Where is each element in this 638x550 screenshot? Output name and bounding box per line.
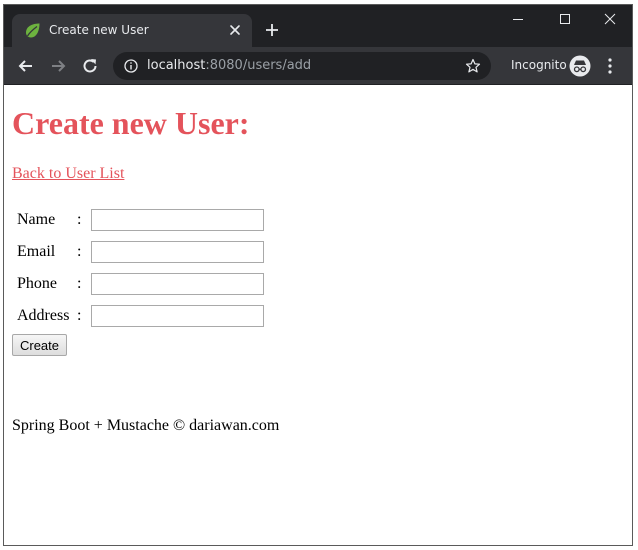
arrow-right-icon[interactable]: [49, 57, 67, 75]
form-row-address: Address :: [17, 305, 277, 329]
address-label: Address: [17, 307, 70, 324]
window-close-icon[interactable]: [602, 11, 618, 27]
minimize-icon[interactable]: [510, 11, 526, 27]
form-row-email: Email :: [17, 241, 277, 265]
name-colon: :: [77, 211, 82, 228]
address-bar[interactable]: localhost:8080/users/add: [113, 52, 491, 80]
form-row-name: Name :: [17, 209, 277, 233]
email-colon: :: [77, 243, 82, 260]
kebab-menu-icon[interactable]: [607, 58, 613, 74]
browser-window: Create new User localhost:8080/users/add…: [3, 4, 633, 546]
page-title: Create new User:: [12, 105, 250, 141]
info-icon[interactable]: [124, 59, 138, 73]
phone-colon: :: [77, 275, 82, 292]
email-label: Email: [17, 243, 56, 260]
phone-label: Phone: [17, 275, 57, 292]
maximize-icon[interactable]: [557, 11, 573, 27]
url-text[interactable]: localhost:8080/users/add: [147, 58, 311, 73]
plus-icon[interactable]: [264, 22, 280, 38]
star-icon[interactable]: [465, 58, 481, 74]
incognito-icon[interactable]: [569, 55, 591, 77]
browser-tab[interactable]: Create new User: [12, 14, 252, 47]
url-host: localhost: [147, 58, 206, 73]
arrow-left-icon[interactable]: [17, 57, 35, 75]
reload-icon[interactable]: [81, 57, 99, 75]
url-path: :8080/users/add: [205, 58, 312, 73]
address-input[interactable]: [91, 305, 264, 327]
email-input[interactable]: [91, 241, 264, 263]
back-to-user-list-link[interactable]: Back to User List: [12, 165, 124, 183]
close-icon[interactable]: [228, 23, 242, 37]
title-bar: Create new User: [4, 5, 632, 47]
page-content: Create new User: Back to User List Name …: [4, 85, 632, 545]
create-button[interactable]: Create: [12, 334, 67, 356]
form-row-phone: Phone :: [17, 273, 277, 297]
page-footer: Spring Boot + Mustache © dariawan.com: [12, 417, 280, 434]
tab-title: Create new User: [49, 23, 149, 37]
name-label: Name: [17, 211, 56, 228]
browser-toolbar: localhost:8080/users/add Incognito: [4, 47, 632, 85]
name-input[interactable]: [91, 209, 264, 231]
phone-input[interactable]: [91, 273, 264, 295]
incognito-label: Incognito: [511, 58, 567, 72]
spring-leaf-icon: [26, 23, 40, 38]
address-colon: :: [77, 307, 82, 324]
